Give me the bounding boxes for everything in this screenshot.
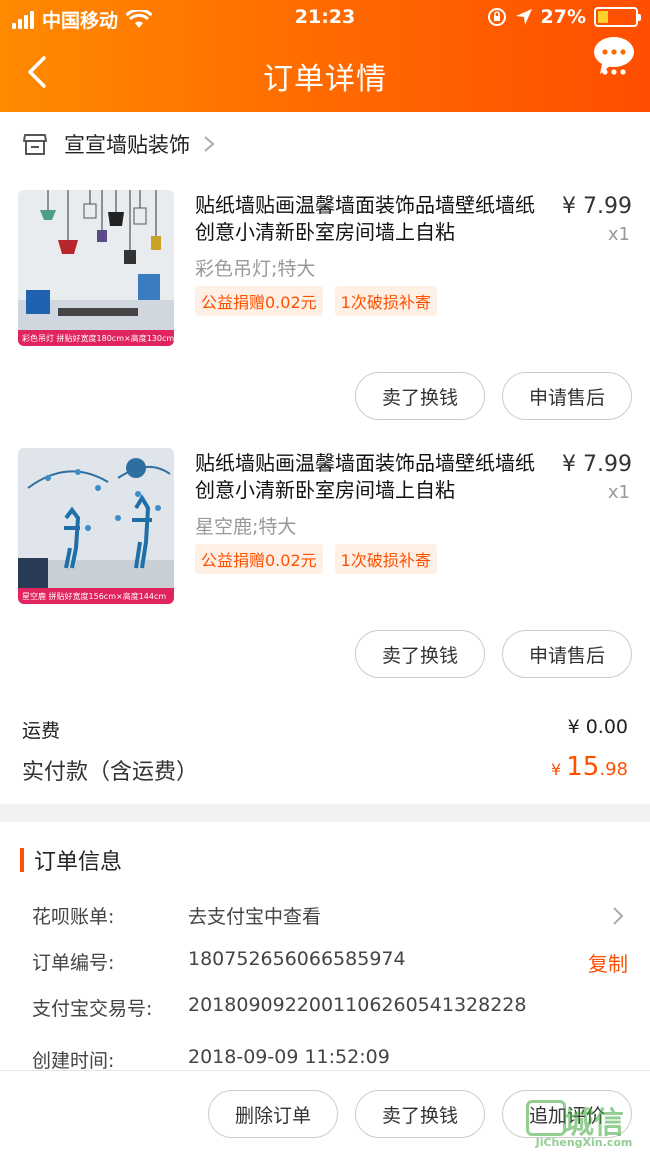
info-key: 创建时间: <box>32 1050 115 1072</box>
product-thumbnail[interactable]: 彩色吊灯 拼贴好宽度180cm×高度130cm <box>18 190 174 346</box>
thumb-caption: 彩色吊灯 拼贴好宽度180cm×高度130cm <box>22 333 174 343</box>
freight-label: 运费 <box>22 720 61 742</box>
tag-damage-resend: 1次破损补寄 <box>334 544 437 574</box>
info-value: 2018-09-09 11:52:09 <box>188 1046 390 1068</box>
product-thumbnail[interactable]: 星空鹿 拼贴好宽度156cm×高度144cm <box>18 448 174 604</box>
order-number-row: 订单编号: 180752656066585974 复制 <box>0 942 650 982</box>
item-tags: 公益捐赠0.02元 1次破损补寄 <box>195 544 437 574</box>
more-messages-icon[interactable] <box>592 34 636 78</box>
watermark-box <box>526 1100 566 1136</box>
status-right: 27% <box>487 6 641 28</box>
freight-row: 运费 ¥ 0.00 <box>0 708 650 748</box>
order-info-header: 订单信息 <box>20 844 122 876</box>
item-tags: 公益捐赠0.02元 1次破损补寄 <box>195 286 437 316</box>
delete-order-button[interactable]: 删除订单 <box>208 1090 338 1138</box>
battery-percent: 27% <box>540 6 586 28</box>
paid-amount: ¥ 15.98 <box>551 752 628 782</box>
store-icon <box>23 134 47 155</box>
chevron-right-icon <box>613 907 624 925</box>
item-price: ¥ 7.99 <box>562 452 632 477</box>
tag-charity: 公益捐赠0.02元 <box>195 544 323 574</box>
tag-damage-resend: 1次破损补寄 <box>334 286 437 316</box>
rotation-lock-icon <box>487 8 506 26</box>
shop-row[interactable]: 宣宣墙贴装饰 <box>0 112 650 176</box>
order-info-title: 订单信息 <box>34 850 123 875</box>
sell-button[interactable]: 卖了换钱 <box>355 630 485 678</box>
info-key: 订单编号: <box>32 952 115 974</box>
order-info-section: 订单信息 花呗账单: 去支付宝中查看 订单编号: 180752656066585… <box>0 822 650 1072</box>
order-card: 宣宣墙贴装饰 彩色吊灯 拼贴好宽度180cm×高度130cm 贴纸墙贴画温馨墙面… <box>0 112 650 804</box>
paid-label: 实付款（含运费） <box>22 760 199 785</box>
item-price: ¥ 7.99 <box>562 194 632 219</box>
after-sales-button[interactable]: 申请售后 <box>502 630 632 678</box>
info-key: 花呗账单: <box>32 906 115 928</box>
alipay-trade-row: 支付宝交易号: 2018090922001106260541328228 <box>0 988 650 1028</box>
bottom-action-bar: 删除订单 卖了换钱 追加评价 城信 JiChengXin.com <box>0 1070 650 1156</box>
item-qty: x1 <box>607 224 630 245</box>
after-sales-button[interactable]: 申请售后 <box>502 372 632 420</box>
sell-button[interactable]: 卖了换钱 <box>355 1090 485 1138</box>
shop-name: 宣宣墙贴装饰 <box>64 133 190 157</box>
tag-charity: 公益捐赠0.02元 <box>195 286 323 316</box>
order-item[interactable]: 星空鹿 拼贴好宽度156cm×高度144cm 贴纸墙贴画温馨墙面装饰品墙壁纸墙纸… <box>0 434 650 690</box>
freight-value: ¥ 0.00 <box>567 716 628 738</box>
info-value: 2018090922001106260541328228 <box>188 994 527 1016</box>
battery-icon <box>594 7 641 27</box>
watermark-logo: 城信 JiChengXin.com <box>524 1096 644 1152</box>
sell-button[interactable]: 卖了换钱 <box>355 372 485 420</box>
section-accent-bar <box>20 848 24 872</box>
header: 中国移动 21:23 27% 订单详情 <box>0 0 650 112</box>
item-spec: 星空鹿;特大 <box>195 516 297 538</box>
info-value: 去支付宝中查看 <box>188 906 322 928</box>
item-title[interactable]: 贴纸墙贴画温馨墙面装饰品墙壁纸墙纸创意小清新卧室房间墙上自粘 <box>195 450 545 504</box>
paid-currency: ¥ <box>551 760 567 779</box>
order-item[interactable]: 彩色吊灯 拼贴好宽度180cm×高度130cm 贴纸墙贴画温馨墙面装饰品墙壁纸墙… <box>0 176 650 432</box>
watermark-sub: JiChengXin.com <box>535 1136 633 1149</box>
thumb-caption: 星空鹿 拼贴好宽度156cm×高度144cm <box>22 591 166 601</box>
item-spec: 彩色吊灯;特大 <box>195 258 316 280</box>
copy-button[interactable]: 复制 <box>588 948 628 977</box>
chevron-right-icon <box>204 136 215 152</box>
paid-row: 实付款（含运费） ¥ 15.98 <box>0 748 650 792</box>
huabei-bill-row[interactable]: 花呗账单: 去支付宝中查看 <box>0 896 650 936</box>
info-value: 180752656066585974 <box>188 948 406 970</box>
paid-dec: .98 <box>599 759 628 780</box>
info-key: 支付宝交易号: <box>32 998 153 1020</box>
battery-fill <box>598 11 608 23</box>
item-title[interactable]: 贴纸墙贴画温馨墙面装饰品墙壁纸墙纸创意小清新卧室房间墙上自粘 <box>195 192 545 246</box>
location-icon <box>515 9 532 25</box>
status-bar: 中国移动 21:23 27% <box>0 0 650 36</box>
item-qty: x1 <box>607 482 630 503</box>
page-title: 订单详情 <box>263 62 387 97</box>
paid-int: 15 <box>566 752 600 782</box>
